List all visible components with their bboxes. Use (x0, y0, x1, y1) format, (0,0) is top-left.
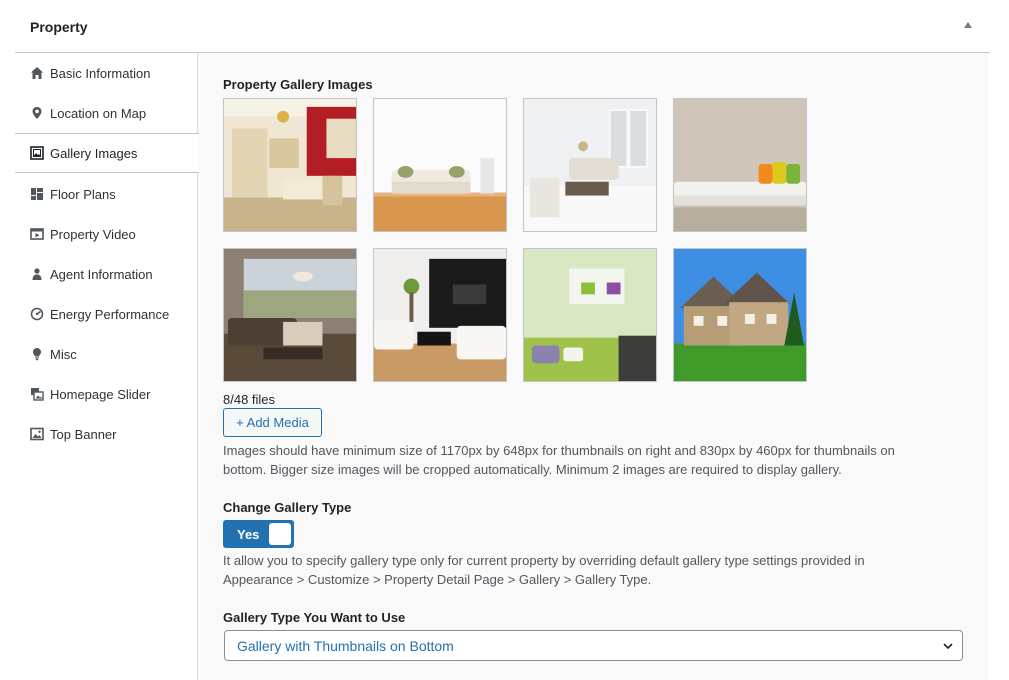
sidebar-item-energy-performance[interactable]: Energy Performance (15, 294, 198, 334)
sidebar-item-label: Location on Map (50, 105, 147, 121)
gallery-image-photo (374, 99, 506, 231)
sidebar-item-label: Top Banner (50, 426, 117, 442)
gallery-type-help-line: It allow you to specify gallery type onl… (223, 553, 865, 568)
gallery-type-help-text: It allow you to specify gallery type onl… (223, 551, 953, 589)
files-count: 8/48 files (223, 392, 276, 407)
change-gallery-type-label: Change Gallery Type (223, 500, 352, 515)
gallery-image-5[interactable] (223, 248, 357, 382)
gallery-images-label: Property Gallery Images (223, 77, 373, 92)
sidebar-item-homepage-slider[interactable]: Homepage Slider (15, 374, 198, 414)
gallery-icon (30, 146, 44, 160)
sidebar-item-location-on-map[interactable]: Location on Map (15, 93, 198, 133)
sidebar-item-property-video[interactable]: Property Video (15, 214, 198, 254)
add-media-button[interactable]: + Add Media (223, 408, 322, 437)
triangle-up-icon[interactable] (964, 22, 972, 28)
sidebar-item-gallery-images[interactable]: Gallery Images (15, 133, 199, 173)
sidebar-item-label: Homepage Slider (50, 386, 151, 402)
sidebar-item-basic-information[interactable]: Basic Information (15, 53, 198, 93)
sidebar-item-top-banner[interactable]: Top Banner (15, 414, 198, 454)
map-pin-icon (30, 106, 44, 120)
gallery-image-2[interactable] (373, 98, 507, 232)
sidebar-item-label: Property Video (50, 226, 136, 242)
gallery-image-photo (224, 99, 356, 231)
gallery-type-help-line: Appearance > Customize > Property Detail… (223, 572, 652, 587)
sidebar-item-label: Agent Information (50, 266, 153, 282)
floor-plan-icon (30, 187, 44, 201)
gallery-type-selected-value: Gallery with Thumbnails on Bottom (237, 638, 454, 654)
gallery-type-select[interactable]: Gallery with Thumbnails on Bottom (224, 630, 963, 661)
energy-icon (30, 307, 44, 321)
gallery-help-line: bottom. Bigger size images will be cropp… (223, 462, 842, 477)
sidebar-item-label: Misc (50, 346, 77, 362)
toggle-value: Yes (237, 527, 260, 542)
gallery-panel: Property Gallery Images 8/48 files + Add… (198, 53, 988, 680)
lightbulb-icon (30, 347, 44, 361)
gallery-image-8[interactable] (673, 248, 807, 382)
gallery-image-photo (374, 249, 506, 381)
gallery-help-line: Images should have minimum size of 1170p… (223, 443, 895, 458)
person-icon (30, 267, 44, 281)
gallery-image-6[interactable] (373, 248, 507, 382)
toggle-knob (269, 523, 291, 545)
gallery-image-photo (674, 249, 806, 381)
sidebar-item-misc[interactable]: Misc (15, 334, 198, 374)
gallery-help-text: Images should have minimum size of 1170p… (223, 441, 953, 479)
sidebar: Basic Information Location on Map Galler… (15, 53, 199, 680)
image-icon (30, 427, 44, 441)
metabox-title: Property (30, 19, 88, 35)
gallery-image-photo (674, 99, 806, 231)
sidebar-item-label: Floor Plans (50, 186, 116, 202)
gallery-image-3[interactable] (523, 98, 657, 232)
gallery-image-photo (224, 249, 356, 381)
sidebar-item-label: Energy Performance (50, 306, 170, 322)
gallery-image-7[interactable] (523, 248, 657, 382)
sidebar-item-agent-information[interactable]: Agent Information (15, 254, 198, 294)
gallery-image-4[interactable] (673, 98, 807, 232)
sidebar-item-floor-plans[interactable]: Floor Plans (15, 174, 198, 214)
change-gallery-type-toggle[interactable]: Yes (223, 520, 294, 548)
gallery-type-select-label: Gallery Type You Want to Use (223, 610, 406, 625)
home-icon (30, 66, 44, 80)
video-icon (30, 227, 44, 241)
gallery-image-photo (524, 99, 656, 231)
sidebar-item-label: Basic Information (50, 65, 151, 81)
slides-icon (30, 387, 44, 401)
sidebar-item-label: Gallery Images (50, 145, 138, 161)
metabox-header: Property (15, 0, 990, 53)
gallery-image-1[interactable] (223, 98, 357, 232)
chevron-down-icon (943, 643, 953, 650)
gallery-image-photo (524, 249, 656, 381)
